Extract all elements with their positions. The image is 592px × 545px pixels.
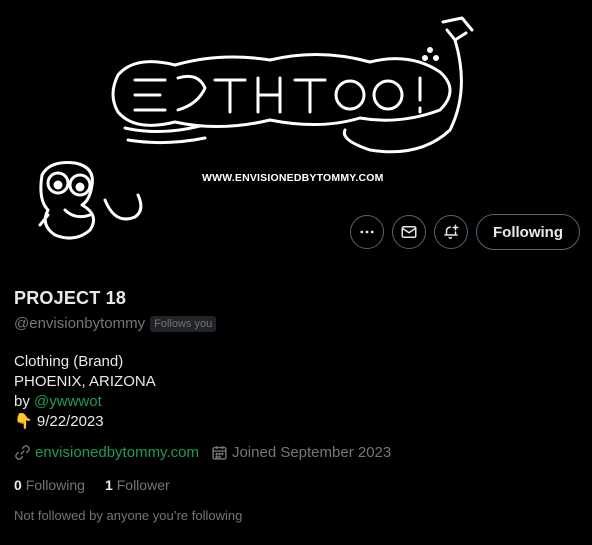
joined-date: Joined September 2023 (231, 444, 392, 461)
website-link[interactable]: envisionedbytommy.com (35, 444, 199, 461)
banner-url-text: WWW.ENVISIONEDBYTOMMY.COM (202, 172, 384, 184)
joined-item: Joined September 2023 (211, 444, 391, 461)
bio-date: 9/22/2023 (36, 413, 104, 430)
profile-handle: @envisionbytommy (14, 315, 146, 332)
bio-line-1: Clothing (Brand) (14, 353, 124, 370)
following-count: 0 (14, 477, 22, 493)
calendar-icon (211, 444, 228, 461)
bio-line-4: 👇 9/22/2023 (14, 412, 574, 432)
pointing-down-emoji-icon: 👇 (14, 413, 33, 430)
more-button[interactable] (350, 215, 385, 249)
profile-info: PROJECT 18 @envisionbytommy Follows you … (14, 288, 574, 523)
website-item: envisionedbytommy.com (14, 444, 199, 461)
profile-actions: Following (350, 214, 580, 250)
bio-by: by (14, 393, 30, 410)
bio-line-2: PHOENIX, ARIZONA (14, 373, 156, 390)
following-button[interactable]: Following (476, 214, 580, 250)
followers-count-link[interactable]: 1 Follower (105, 477, 170, 493)
notify-button[interactable] (434, 215, 469, 249)
link-icon (14, 444, 31, 461)
handle-row: @envisionbytommy Follows you (14, 315, 574, 332)
mutual-followers-text: Not followed by anyone you’re following (14, 508, 243, 523)
follows-you-badge: Follows you (150, 315, 217, 332)
follow-counts: 0 Following 1 Follower (14, 477, 574, 493)
profile-name: PROJECT 18 (14, 288, 127, 308)
profile-meta: envisionedbytommy.com Joined September 2… (14, 444, 574, 461)
avatar-face-graphic (38, 161, 143, 240)
followers-count-label: Follower (116, 477, 170, 493)
avatar[interactable] (30, 155, 145, 250)
following-count-link[interactable]: 0 Following (14, 477, 85, 493)
envelope-icon (401, 226, 417, 238)
message-button[interactable] (392, 215, 427, 249)
followers-count: 1 (104, 477, 113, 493)
bio-line-3: by @ywwwot (14, 392, 574, 412)
bell-plus-icon (444, 224, 459, 239)
profile-bio: Clothing (Brand) PHOENIX, ARIZONA by @yw… (14, 352, 574, 432)
bio-mention-link[interactable]: @ywwwot (34, 393, 102, 410)
more-horizontal-icon (360, 230, 374, 234)
following-count-label: Following (25, 477, 85, 493)
